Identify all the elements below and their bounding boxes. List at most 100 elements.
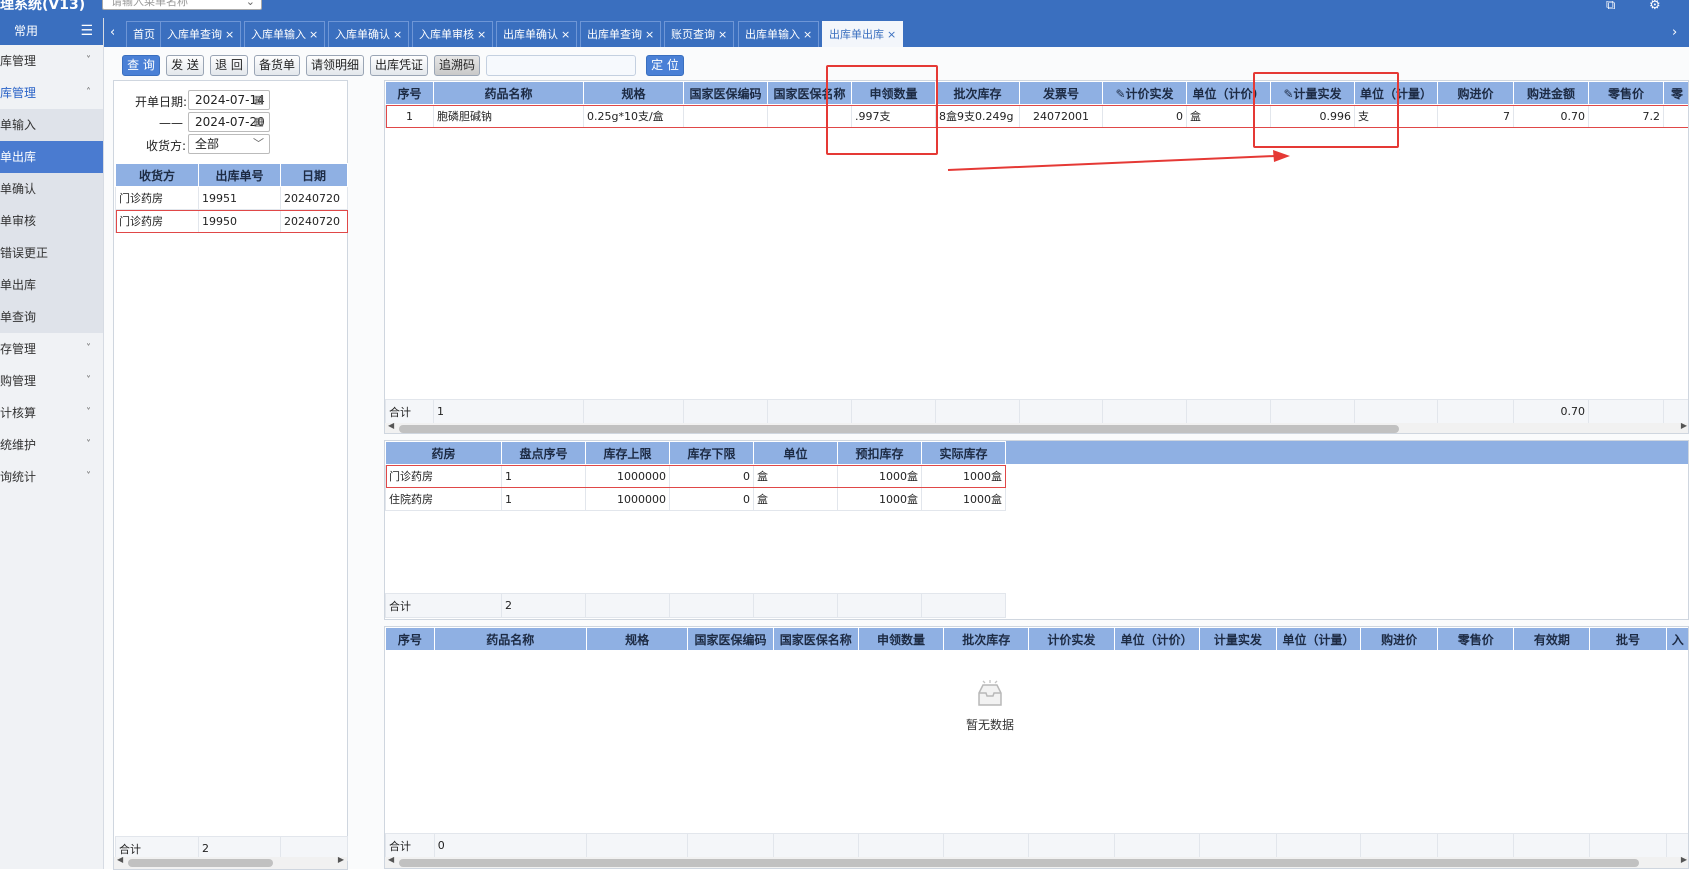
column-header[interactable]: 规格 [584, 82, 684, 105]
column-header[interactable]: 日期 [281, 164, 348, 187]
tab-inbound-review[interactable]: 入库单审核× [412, 21, 493, 47]
receiver-select[interactable]: 全部﹀ [188, 134, 270, 154]
scroll-thumb[interactable] [399, 859, 1639, 867]
sidebar-item-inventory[interactable]: 存管理˅ [0, 333, 103, 365]
request-detail-button[interactable]: 请领明细 [306, 55, 364, 76]
menu-icon[interactable]: ☰ [80, 18, 93, 45]
column-header[interactable]: 零售价 [1438, 628, 1514, 651]
column-header[interactable]: 批次库存 [944, 628, 1029, 651]
column-header[interactable]: 国家医保名称 [773, 628, 858, 651]
column-header[interactable]: 购进金额 [1514, 82, 1589, 105]
column-header[interactable]: 单位（计量） [1276, 628, 1360, 651]
close-icon[interactable]: × [645, 28, 654, 41]
column-header[interactable]: 国家医保编码 [684, 82, 768, 105]
send-button[interactable]: 发 送 [166, 55, 204, 76]
column-header[interactable]: 国家医保编码 [688, 628, 773, 651]
column-header[interactable]: 购进价 [1438, 82, 1514, 105]
query-button[interactable]: 查 询 [122, 55, 160, 76]
column-header[interactable]: 批号 [1590, 628, 1666, 651]
prepare-list-button[interactable]: 备货单 [254, 55, 300, 76]
end-date-field[interactable]: 2024-07-20▦ [188, 112, 270, 132]
locate-button[interactable]: 定 位 [646, 55, 684, 76]
column-header[interactable]: 库存下限 [670, 442, 754, 465]
column-header[interactable]: 单位 [754, 442, 838, 465]
table-row-selected[interactable]: 门诊药房 1 1000000 0 盒 1000盒 1000盒 [386, 465, 1006, 488]
tab-home[interactable]: 首页 [126, 21, 162, 47]
cell-editable[interactable]: 0 [1103, 105, 1187, 128]
scroll-left-icon[interactable]: ◀ [388, 855, 394, 864]
menu-search-input[interactable]: 请输入菜单名称⌄ [102, 0, 262, 10]
scroll-left-icon[interactable]: ◀ [117, 855, 123, 864]
column-header[interactable]: 序号 [386, 82, 434, 105]
locate-input[interactable] [486, 55, 636, 76]
close-icon[interactable]: × [561, 28, 570, 41]
scroll-right-icon[interactable]: ▶ [338, 855, 344, 864]
trace-code-button[interactable]: 追溯码 [434, 55, 480, 76]
column-header[interactable]: 批次库存 [936, 82, 1020, 105]
sidebar-item-purchase[interactable]: 购管理˅ [0, 365, 103, 397]
column-header[interactable]: 收货方 [116, 164, 199, 187]
sidebar-item-statistics[interactable]: 询统计˅ [0, 461, 103, 493]
column-header[interactable]: 计量实发 [1199, 628, 1276, 651]
scroll-right-icon[interactable]: ▶ [1681, 421, 1687, 430]
scroll-thumb[interactable] [399, 425, 1399, 433]
settings-icon[interactable]: ⚙ [1649, 0, 1661, 13]
sidebar-subitem-query[interactable]: 单查询 [0, 301, 103, 333]
tab-outbound-confirm[interactable]: 出库单确认× [496, 21, 577, 47]
column-header[interactable]: 出库单号 [199, 164, 281, 187]
order-hscrollbar[interactable]: ◀ ▶ [114, 857, 347, 869]
column-header[interactable]: 单位（计价） [1114, 628, 1199, 651]
tab-scroll-left-icon[interactable]: ‹ [110, 18, 115, 47]
sidebar-subitem-review[interactable]: 单审核 [0, 205, 103, 237]
column-header-editable[interactable]: ✎计价实发 [1103, 82, 1187, 105]
sidebar-subitem-correction[interactable]: 错误更正 [0, 237, 103, 269]
column-header[interactable]: 药品名称 [434, 82, 584, 105]
sidebar-subitem-input[interactable]: 单输入 [0, 109, 103, 141]
tab-inbound-input[interactable]: 入库单输入× [244, 21, 325, 47]
column-header[interactable]: 购进价 [1361, 628, 1438, 651]
column-header[interactable]: 药品名称 [434, 628, 586, 651]
sidebar-item-accounting[interactable]: 计核算˅ [0, 397, 103, 429]
column-header[interactable]: 实际库存 [922, 442, 1006, 465]
scroll-left-icon[interactable]: ◀ [388, 421, 394, 430]
close-icon[interactable]: × [887, 28, 896, 41]
sidebar-subitem-outbound[interactable]: 单出库 [0, 141, 103, 173]
column-header[interactable]: 规格 [586, 628, 687, 651]
sidebar-subitem-outbound-2[interactable]: 单出库 [0, 269, 103, 301]
column-header[interactable]: 盘点序号 [502, 442, 586, 465]
sidebar-item-maintenance[interactable]: 统维护˅ [0, 429, 103, 461]
start-date-field[interactable]: 2024-07-14▦ [188, 90, 270, 110]
sidebar-item-stock-mgmt-2[interactable]: 库管理˄ [0, 77, 103, 109]
tab-scroll-right-icon[interactable]: › [1672, 18, 1677, 47]
tab-inbound-query[interactable]: 入库单查询× [160, 21, 241, 47]
scroll-right-icon[interactable]: ▶ [1681, 855, 1687, 864]
column-header[interactable]: 序号 [386, 628, 435, 651]
close-icon[interactable]: × [477, 28, 486, 41]
column-header[interactable]: 申领数量 [858, 628, 943, 651]
table-row[interactable]: 门诊药房 19951 20240720 [116, 187, 348, 210]
close-icon[interactable]: × [718, 28, 727, 41]
close-icon[interactable]: × [803, 28, 812, 41]
tab-outbound-dispatch[interactable]: 出库单出库× [822, 21, 903, 47]
return-button[interactable]: 退 回 [210, 55, 248, 76]
column-header[interactable]: 发票号 [1020, 82, 1103, 105]
tab-outbound-input[interactable]: 出库单输入× [738, 21, 819, 47]
detail-hscrollbar[interactable]: ◀ ▶ [385, 423, 1689, 434]
close-icon[interactable]: × [225, 28, 234, 41]
sidebar-item-stock-mgmt-1[interactable]: 库管理˅ [0, 45, 103, 77]
column-header[interactable]: 零售价 [1589, 82, 1664, 105]
scroll-thumb[interactable] [128, 859, 273, 867]
bottom-hscrollbar[interactable]: ◀ ▶ [385, 857, 1689, 869]
column-header[interactable]: 有效期 [1514, 628, 1590, 651]
tab-inbound-confirm[interactable]: 入库单确认× [328, 21, 409, 47]
column-header[interactable]: 计价实发 [1029, 628, 1114, 651]
table-row[interactable]: 住院药房 1 1000000 0 盒 1000盒 1000盒 [386, 488, 1006, 511]
table-row-selected[interactable]: 门诊药房 19950 20240720 [116, 210, 348, 233]
column-header[interactable]: 库存上限 [586, 442, 670, 465]
close-icon[interactable]: × [393, 28, 402, 41]
column-header[interactable]: 入 [1666, 628, 1689, 651]
window-icon[interactable]: ⧉ [1606, 0, 1615, 13]
tab-ledger-query[interactable]: 账页查询× [664, 21, 734, 47]
outbound-voucher-button[interactable]: 出库凭证 [370, 55, 428, 76]
tab-outbound-query[interactable]: 出库单查询× [580, 21, 661, 47]
